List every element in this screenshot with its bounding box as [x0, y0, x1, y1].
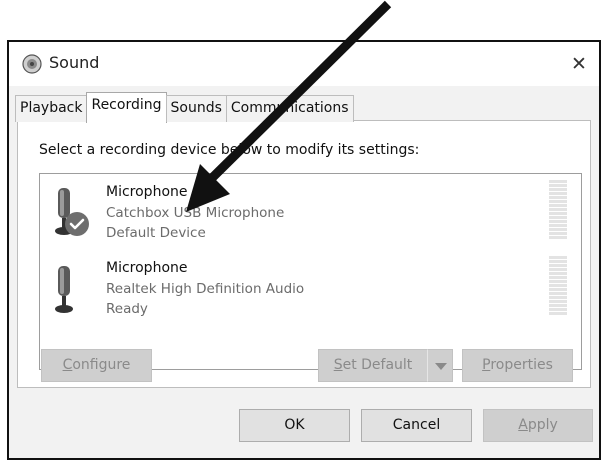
apply-button[interactable]: Apply [483, 409, 593, 442]
properties-button[interactable]: Properties [462, 349, 573, 382]
close-icon: ✕ [571, 53, 587, 75]
title-bar[interactable]: Sound ✕ [9, 42, 599, 86]
device-name: Microphone [106, 184, 188, 200]
device-name: Microphone [106, 260, 188, 276]
check-badge-icon [65, 212, 89, 236]
set-default-dropdown[interactable] [427, 349, 453, 382]
device-status: Ready [106, 301, 148, 317]
close-button[interactable]: ✕ [563, 48, 595, 80]
window-title: Sound [49, 53, 100, 72]
microphone-icon [55, 266, 73, 313]
apply-label: pply [527, 417, 558, 433]
device-status: Default Device [106, 225, 206, 241]
ok-button[interactable]: OK [239, 409, 350, 442]
speaker-icon [22, 54, 42, 74]
level-meter [549, 180, 567, 240]
device-description: Catchbox USB Microphone [106, 205, 285, 221]
configure-mnemonic: C [62, 357, 73, 373]
microphone-icon [55, 188, 89, 236]
apply-mnemonic: A [518, 417, 528, 433]
device-list[interactable]: Microphone Catchbox USB Microphone Defau… [39, 173, 582, 370]
list-item-device-2[interactable]: Microphone Realtek High Definition Audio… [40, 250, 581, 326]
set-default-mnemonic: S [333, 357, 343, 373]
level-meter [549, 256, 567, 316]
cancel-button[interactable]: Cancel [361, 409, 472, 442]
tab-strip: Playback Recording Sounds Communications [15, 92, 354, 123]
configure-label: onfigure [72, 357, 131, 373]
properties-label: roperties [490, 357, 553, 373]
configure-button[interactable]: Configure [41, 349, 152, 382]
tab-recording[interactable]: Recording [86, 92, 167, 123]
device-description: Realtek High Definition Audio [106, 281, 305, 297]
tab-playback[interactable]: Playback [15, 95, 88, 122]
tab-sounds[interactable]: Sounds [165, 95, 227, 122]
set-default-button[interactable]: Set Default [318, 349, 428, 382]
list-item-device-1[interactable]: Microphone Catchbox USB Microphone Defau… [40, 174, 581, 250]
tab-communications[interactable]: Communications [225, 95, 354, 122]
chevron-down-icon [435, 363, 447, 370]
instruction-text: Select a recording device below to modif… [39, 142, 420, 158]
set-default-label: et Default [342, 357, 413, 373]
